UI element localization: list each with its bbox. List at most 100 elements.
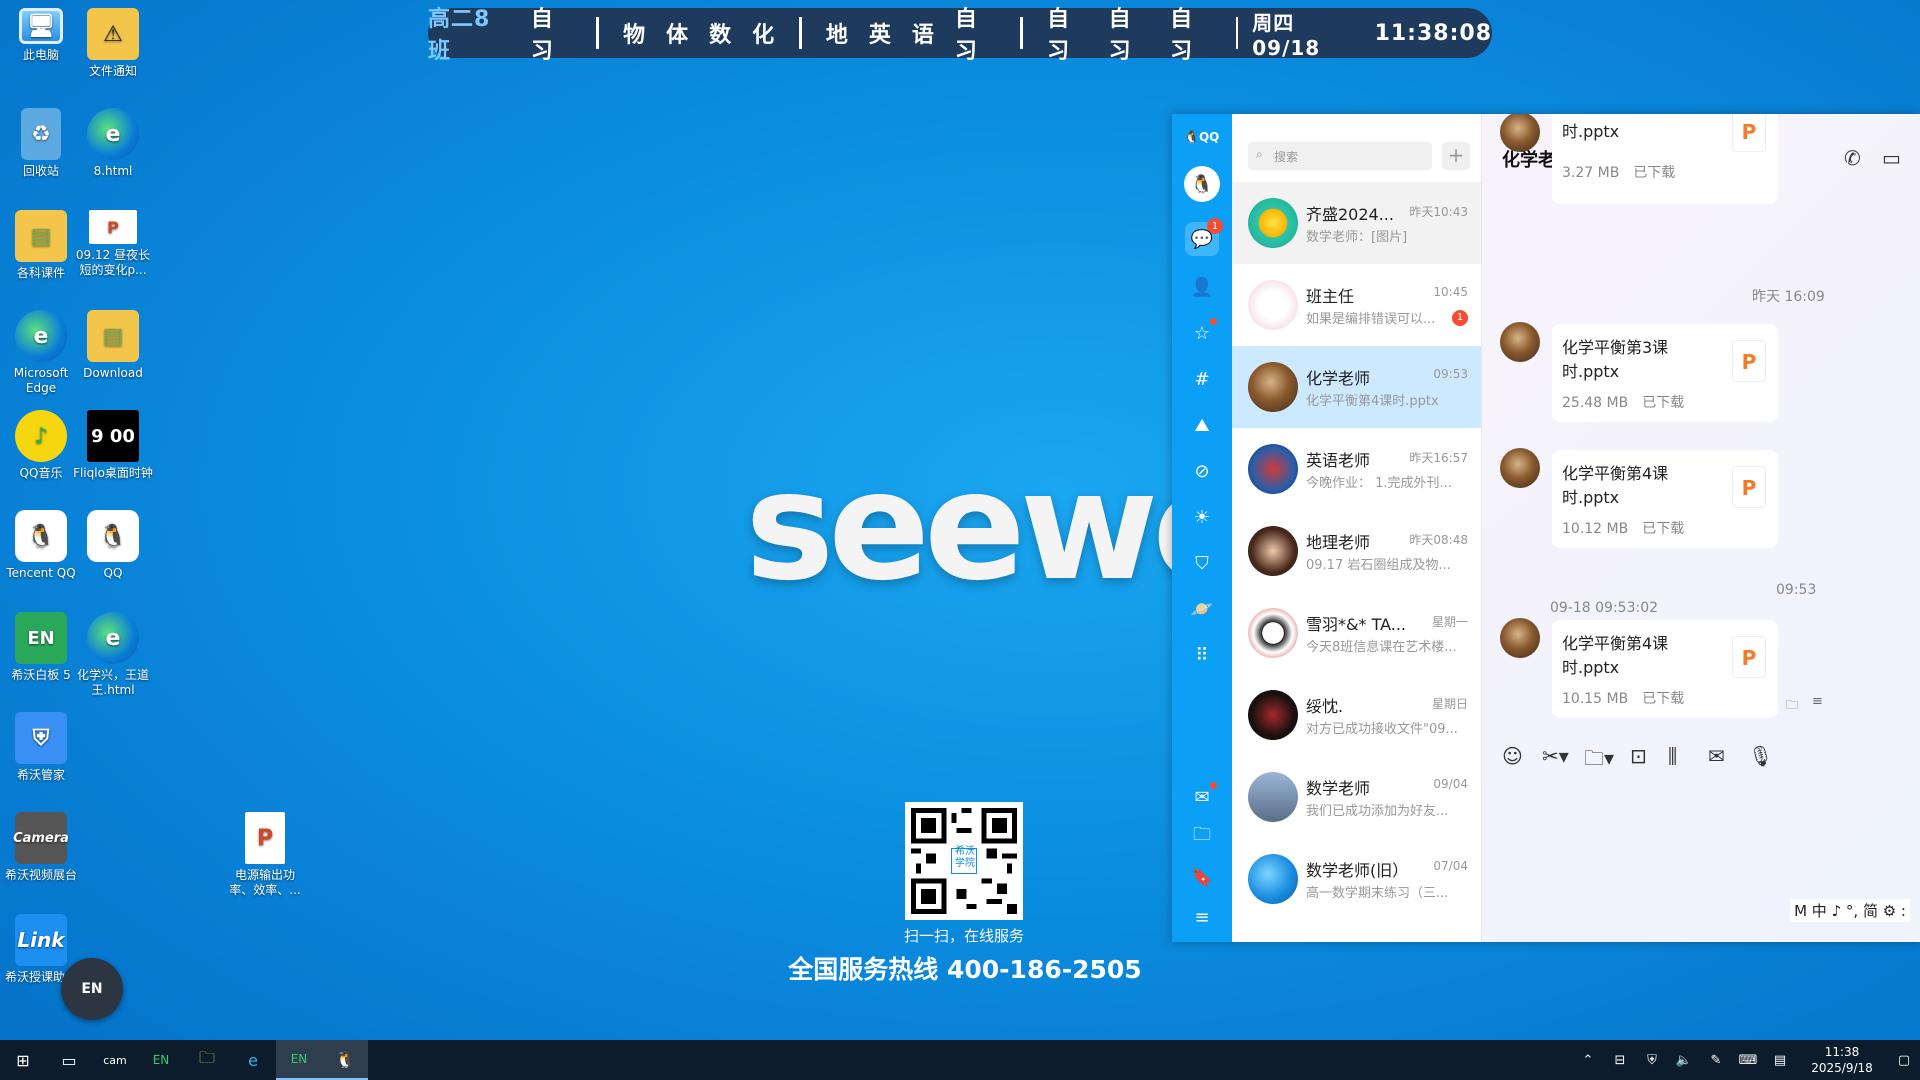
desktop-icon-seewo-guard[interactable]: ⛨ 希沃管家	[0, 712, 82, 783]
camera-app-icon[interactable]: cam	[92, 1040, 138, 1080]
add-button[interactable]: +	[1442, 142, 1470, 170]
favorites-tab[interactable]: ☆	[1185, 316, 1219, 350]
microphone-icon[interactable]: 🎙	[1748, 744, 1773, 768]
recycle-bin-icon: ♻	[21, 108, 61, 160]
file-message[interactable]: 化学平衡第4课时.pptx 10.12 MB 已下载 P	[1552, 450, 1778, 548]
search-input[interactable]: ⌕ 搜索	[1248, 142, 1432, 170]
pptx-icon: P	[89, 210, 137, 244]
desktop-icon-file-notice[interactable]: ⚠ 文件通知	[72, 8, 154, 79]
desktop-icon-ppt-0912[interactable]: P 09.12 昼夜长短的变化p...	[72, 210, 154, 278]
qzone-tab[interactable]: ⛰	[1185, 408, 1219, 442]
conversation-time: 星期日	[1431, 697, 1468, 711]
desktop-icon-download[interactable]: ▤ Download	[72, 310, 154, 381]
desktop-icon-this-pc[interactable]: 🖥 此电脑	[0, 8, 82, 63]
desktop-icon-edge[interactable]: e Microsoft Edge	[0, 310, 82, 396]
conversation-preview: 今天8班信息课在艺术楼...	[1306, 640, 1457, 655]
user-avatar[interactable]: 🐧	[1184, 166, 1220, 202]
file-message[interactable]: 化学平衡第4课时.pptx 10.15 MB 已下载 P	[1552, 620, 1778, 718]
video-call-icon[interactable]: ▭	[1882, 146, 1901, 170]
desktop-icon-qq-music[interactable]: ♪ QQ音乐	[0, 410, 82, 481]
conversation-preview: 今晚作业： 1.完成外刊...	[1306, 476, 1452, 491]
avatar	[1248, 526, 1298, 576]
display-icon[interactable]: ▤	[1764, 1053, 1796, 1068]
desktop-icon-chem-html[interactable]: e 化学兴，王道王.html	[72, 612, 154, 698]
schedule-divider	[596, 17, 600, 49]
keyboard-icon[interactable]: ⌨	[1732, 1053, 1764, 1068]
messages-tab[interactable]: 💬 1	[1185, 218, 1223, 256]
easinote-taskbar-icon[interactable]: EN	[138, 1040, 184, 1080]
files-tab[interactable]: 🗀	[1185, 820, 1219, 854]
send-folder-icon[interactable]: 🗀▾	[1584, 744, 1614, 778]
desktop-icon-seewo-camera[interactable]: Camera 希沃视频展台	[0, 812, 82, 883]
conversation-item[interactable]: 班主任 10:45 如果是编排错误可以... 1	[1232, 264, 1481, 346]
desktop-icon-recycle-bin[interactable]: ♻ 回收站	[0, 108, 82, 179]
conversation-name: 英语老师	[1306, 451, 1371, 470]
task-view-icon[interactable]: ▭	[46, 1040, 92, 1080]
easinote-floating-button[interactable]: EN	[61, 958, 123, 1020]
easinote-running-icon[interactable]: EN	[276, 1040, 322, 1080]
red-packet-icon[interactable]: ✉	[1708, 744, 1725, 768]
desktop-icon-8-html[interactable]: e 8.html	[72, 108, 154, 179]
schedule-period: 化	[752, 23, 776, 48]
ime-status-bar[interactable]: M 中 ♪ °, 简 ⚙ :	[1790, 899, 1910, 922]
desktop-icon-easinote[interactable]: EN 希沃白板 5	[0, 612, 82, 683]
sender-avatar	[1500, 618, 1540, 658]
notification-dot	[1210, 782, 1217, 789]
shopping-tab[interactable]: ⛉	[1185, 546, 1219, 580]
screenshot-icon[interactable]: ✂▾	[1542, 744, 1569, 768]
conversation-item[interactable]: 雪羽*&* TA... 星期一 今天8班信息课在艺术楼...	[1232, 592, 1481, 674]
conversation-item[interactable]: 绥忱. 星期日 对方已成功接收文件"09...	[1232, 674, 1481, 756]
planet-tab[interactable]: 🪐	[1185, 592, 1219, 626]
conversation-item[interactable]: 数学老师(旧） 07/04 高一数学期末练习（三...	[1232, 838, 1481, 920]
desktop-icon-fliqlo[interactable]: 9 00 Fliqlo桌面时钟	[72, 410, 154, 481]
desktop-icon-ppt-power[interactable]: P 电源输出功率、效率、...	[224, 812, 306, 898]
volume-icon[interactable]: 🔈	[1668, 1053, 1700, 1068]
easinote-icon: EN	[15, 612, 67, 664]
phone-call-icon[interactable]: ✆	[1844, 146, 1861, 170]
schedule-period: 自习	[954, 7, 978, 64]
apps-tab[interactable]: ⠿	[1185, 638, 1219, 672]
tray-overflow-icon[interactable]: ⌃	[1572, 1053, 1604, 1068]
conversation-item[interactable]: 数学老师 09/04 我们已成功添加为好友...	[1232, 756, 1481, 838]
folder-icon: 🗀	[1193, 824, 1211, 845]
qq-taskbar-icon[interactable]: 🐧	[322, 1040, 368, 1080]
games-tab[interactable]: ⊘	[1185, 454, 1219, 488]
file-size-value: 3.27 MB	[1562, 165, 1620, 181]
qq-logo: 🐧QQ	[1184, 130, 1219, 144]
file-name: 化学平衡第4课时.pptx	[1562, 634, 1669, 677]
conversation-item[interactable]: 化学老师 09:53 化学平衡第4课时.pptx	[1232, 346, 1481, 428]
edge-taskbar-icon[interactable]: e	[230, 1040, 276, 1080]
file-message[interactable]: 化学平衡第3课时.pptx 25.48 MB 已下载 P	[1552, 324, 1778, 422]
desktop-icon-qq[interactable]: 🐧 QQ	[72, 510, 154, 581]
image-icon[interactable]: ⊡	[1630, 744, 1647, 768]
emoji-icon[interactable]: ☺	[1502, 744, 1523, 768]
file-explorer-icon[interactable]: 🗀	[184, 1040, 230, 1080]
conversation-item[interactable]: 齐盛2024... 昨天10:43 数学老师：[图片]	[1232, 182, 1481, 264]
mail-tab[interactable]: ✉	[1185, 780, 1219, 814]
menu-button[interactable]: ≡	[1185, 900, 1219, 934]
conversation-item[interactable]: 地理老师 昨天08:48 09.17 岩石圈组成及物...	[1232, 510, 1481, 592]
schedule-period: 自习	[1108, 7, 1132, 64]
start-button[interactable]: ⊞	[0, 1040, 46, 1080]
pen-icon[interactable]: ✎	[1700, 1053, 1732, 1068]
desktop-icon-label: 各科课件	[16, 266, 65, 280]
channels-tab[interactable]: #	[1185, 362, 1219, 396]
sun-tab[interactable]: ☀	[1185, 500, 1219, 534]
conversation-name: 齐盛2024...	[1306, 205, 1394, 224]
desktop-icon-tencent-qq[interactable]: 🐧 Tencent QQ	[0, 510, 82, 581]
file-message[interactable]: 时.pptx 3.27 MB 已下载 P	[1552, 114, 1778, 204]
network-icon[interactable]: ⊟	[1604, 1053, 1636, 1068]
desktop-icon-courseware[interactable]: ▤ 各科课件	[0, 210, 82, 281]
contacts-tab[interactable]: 👤	[1185, 270, 1219, 304]
sender-time: 09-18 09:53:02	[1550, 600, 1659, 616]
more-options-icon[interactable]: ≡	[1812, 694, 1823, 709]
notification-center-icon[interactable]: ▢	[1888, 1053, 1920, 1068]
taskbar-clock[interactable]: 11:38 2025/9/18	[1796, 1044, 1888, 1076]
folder-warning-icon: ⚠	[87, 8, 139, 60]
security-icon[interactable]: ⛨	[1636, 1053, 1668, 1068]
conversation-item[interactable]: 英语老师 昨天16:57 今晚作业： 1.完成外刊...	[1232, 428, 1481, 510]
vibrate-icon[interactable]: ⫼	[1668, 744, 1677, 768]
folder-icon: ▤	[87, 310, 139, 362]
bookmark-tab[interactable]: 🔖	[1185, 860, 1219, 894]
open-folder-icon[interactable]: 🗀	[1786, 696, 1798, 717]
